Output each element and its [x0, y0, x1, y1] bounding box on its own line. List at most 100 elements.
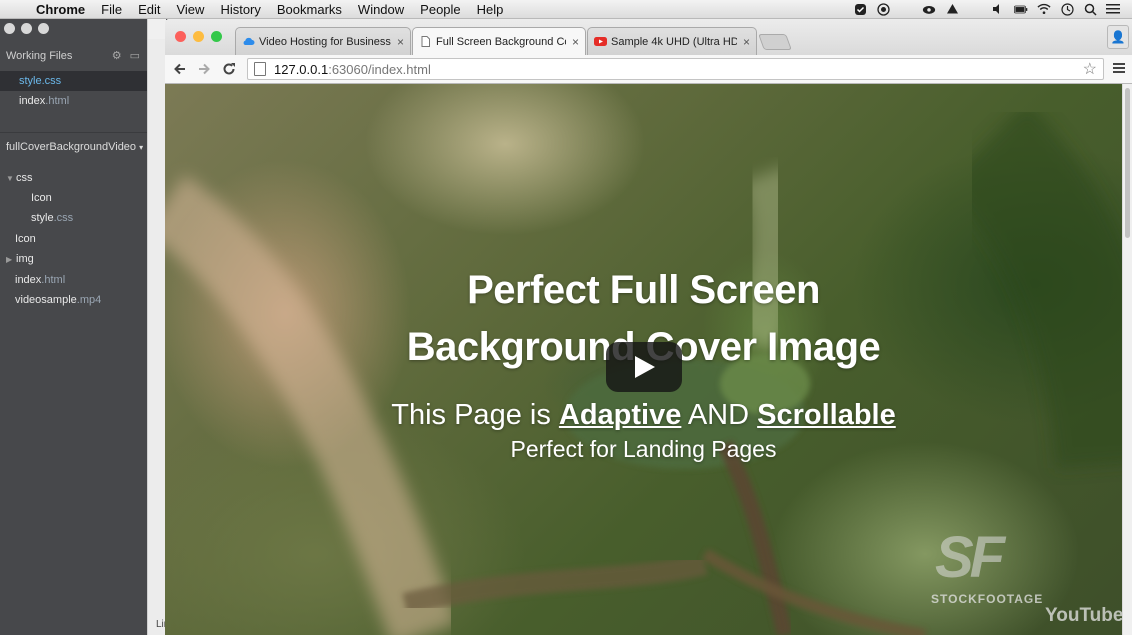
file-ext: .mp4	[76, 294, 102, 306]
tab-title: Full Screen Background Co	[436, 35, 566, 48]
menu-history[interactable]: History	[212, 2, 268, 17]
minimize-window-button[interactable]	[193, 31, 204, 42]
menu-edit[interactable]: Edit	[130, 2, 168, 17]
menu-people[interactable]: People	[412, 2, 468, 17]
scrollable-link[interactable]: Scrollable	[757, 399, 896, 431]
folder-name: css	[16, 172, 33, 184]
file-ext: .html	[45, 95, 70, 107]
editor-gutter	[148, 39, 166, 635]
watermark-logo: SF	[935, 525, 1005, 590]
menu-view[interactable]: View	[168, 2, 212, 17]
project-title[interactable]: fullCoverBackgroundVideo ▾	[6, 141, 143, 153]
close-tab-icon[interactable]: ×	[743, 35, 750, 49]
tree-folder-css[interactable]: ▼ css	[0, 168, 147, 188]
sidebar-divider	[0, 132, 147, 133]
mac-menubar: Chrome File Edit View History Bookmarks …	[0, 0, 1132, 19]
close-window-button[interactable]	[175, 31, 186, 42]
back-arrow-icon[interactable]	[173, 59, 187, 79]
page-viewport[interactable]: Perfect Full Screen Background Cover Ima…	[165, 84, 1122, 635]
record-icon[interactable]	[876, 2, 890, 16]
file-ext: .css	[53, 212, 74, 224]
battery-icon[interactable]	[1014, 2, 1028, 16]
adaptive-link[interactable]: Adaptive	[559, 399, 681, 431]
address-bar[interactable]: 127.0.0.1:63060/index.html ☆	[247, 58, 1104, 80]
stockfootage-watermark: SF STOCKFOOTAGE YouTube	[925, 524, 1122, 634]
menu-help[interactable]: Help	[469, 2, 512, 17]
page-icon	[421, 36, 430, 47]
shield-check-icon[interactable]	[853, 2, 867, 16]
tree-file-style-css[interactable]: style.css	[0, 208, 147, 228]
menu-bookmarks[interactable]: Bookmarks	[269, 2, 350, 17]
close-tab-icon[interactable]: ×	[572, 35, 579, 49]
working-files-title: Working Files	[6, 49, 73, 62]
file-name: style	[31, 212, 54, 224]
spotlight-search-icon[interactable]	[1083, 2, 1097, 16]
tab-full-screen-background[interactable]: Full Screen Background Co ×	[412, 27, 586, 55]
editor-sidebar: Working Files ⚙ ▭ style.css index.html f…	[0, 19, 147, 635]
editor-code-area[interactable]: Lin	[147, 19, 169, 635]
split-view-icon[interactable]: ▭	[130, 49, 140, 62]
notification-center-icon[interactable]	[1106, 2, 1120, 16]
working-file-index-html[interactable]: index.html	[0, 91, 147, 111]
play-button-icon[interactable]	[606, 342, 682, 392]
file-ext: .html	[41, 274, 66, 286]
editor-minimize-button[interactable]	[21, 23, 32, 34]
editor-close-button[interactable]	[4, 23, 15, 34]
youtube-icon	[594, 37, 607, 46]
wifi-icon[interactable]	[1037, 2, 1051, 16]
folder-open-caret-icon[interactable]: ▼	[0, 169, 16, 189]
bookmark-star-icon[interactable]: ☆	[1083, 59, 1097, 79]
scrollbar-thumb[interactable]	[1125, 88, 1130, 238]
file-ext: .css	[41, 75, 62, 87]
reload-icon[interactable]	[222, 59, 236, 79]
new-tab-button[interactable]	[758, 34, 792, 50]
url-path: :63060/index.html	[328, 61, 431, 77]
close-tab-icon[interactable]: ×	[397, 35, 404, 49]
maximize-window-button[interactable]	[211, 31, 222, 42]
tree-folder-img[interactable]: ▶ img	[0, 249, 147, 269]
working-files-header: Working Files ⚙ ▭	[6, 49, 140, 63]
tab-sample-4k-uhd[interactable]: Sample 4k UHD (Ultra HD) ×	[587, 27, 757, 55]
page-title-line-1: Perfect Full Screen	[467, 268, 820, 312]
folder-closed-caret-icon[interactable]: ▶	[0, 250, 16, 270]
editor-window-controls	[4, 23, 49, 34]
tree-file-icon[interactable]: Icon	[0, 188, 147, 208]
chevron-down-icon: ▾	[139, 143, 144, 152]
file-name: Icon	[15, 233, 36, 245]
menu-file[interactable]: File	[93, 2, 130, 17]
subtitle-prefix: This Page is	[391, 399, 559, 431]
gear-icon[interactable]: ⚙	[112, 49, 122, 62]
status-icons	[853, 2, 1132, 16]
watermark-brand: STOCKFOOTAGE	[931, 592, 1044, 606]
bell-icon[interactable]	[968, 2, 982, 16]
browser-toolbar: 127.0.0.1:63060/index.html ☆	[165, 55, 1132, 84]
sun-icon[interactable]	[899, 2, 913, 16]
page-scrollbar[interactable]	[1122, 84, 1132, 635]
menu-window[interactable]: Window	[350, 2, 412, 17]
tab-video-hosting[interactable]: Video Hosting for Business ×	[235, 27, 411, 55]
page-info-icon[interactable]	[254, 62, 266, 76]
profile-icon[interactable]: 👤	[1107, 25, 1129, 49]
tab-title: Video Hosting for Business	[259, 35, 391, 48]
file-name: index	[15, 274, 42, 286]
youtube-logo[interactable]: YouTube	[1045, 605, 1122, 627]
tree-file-index-html[interactable]: index.html	[0, 270, 147, 290]
forward-arrow-icon[interactable]	[197, 59, 211, 79]
working-file-style-css[interactable]: style.css	[0, 71, 147, 91]
volume-icon[interactable]	[991, 2, 1005, 16]
tree-file-videosample-mp4[interactable]: videosample.mp4	[0, 290, 147, 310]
google-drive-icon[interactable]	[945, 2, 959, 16]
chrome-menu-icon[interactable]	[1113, 61, 1125, 77]
tab-strip: Video Hosting for Business × Full Screen…	[165, 19, 1132, 55]
clock-icon[interactable]	[1060, 2, 1074, 16]
url-host: 127.0.0.1	[274, 61, 329, 77]
creative-cloud-icon[interactable]	[922, 2, 936, 16]
subtitle-and: AND	[681, 399, 758, 431]
file-name: index	[19, 95, 46, 107]
editor-maximize-button[interactable]	[38, 23, 49, 34]
menu-app-chrome[interactable]: Chrome	[30, 2, 93, 17]
project-name: fullCoverBackgroundVideo	[6, 141, 137, 153]
page-tagline: Perfect for Landing Pages	[510, 436, 777, 462]
chrome-window: Video Hosting for Business × Full Screen…	[165, 19, 1132, 635]
tree-file-icon[interactable]: Icon	[0, 229, 147, 249]
